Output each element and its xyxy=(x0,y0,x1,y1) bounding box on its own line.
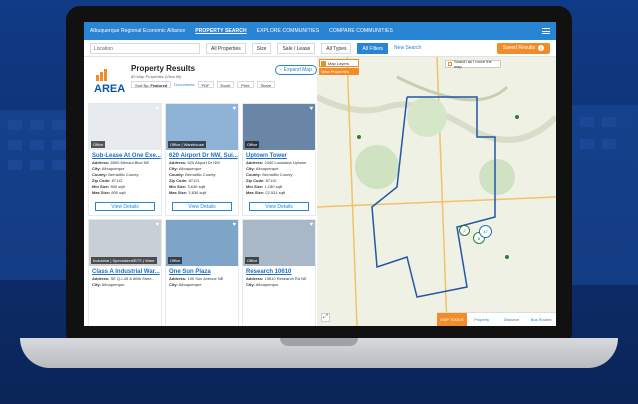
property-title[interactable]: Uptown Tower xyxy=(243,150,315,160)
property-card[interactable]: ♥ Office Uptown Tower Address: 2440 Loui… xyxy=(242,103,316,216)
property-photo[interactable]: ♥ Office | Warehouse xyxy=(166,104,238,150)
property-photo[interactable]: ♥ Office xyxy=(243,104,315,150)
property-title[interactable]: 620 Airport Dr NW, Sui... xyxy=(166,150,238,160)
share-button[interactable]: Share xyxy=(256,81,276,88)
city-row: City: Albuquerque xyxy=(92,282,125,287)
nav-compare-communities[interactable]: COMPARE COMMUNITIES xyxy=(329,28,393,34)
favorite-heart-icon[interactable]: ♥ xyxy=(155,106,159,112)
laptop-notch xyxy=(280,338,358,346)
filter-bar: Location All Properties Size Sale / Leas… xyxy=(84,40,556,57)
property-type-tag: Office xyxy=(245,257,260,264)
nav-explore-communities[interactable]: EXPLORE COMMUNITIES xyxy=(257,28,319,34)
view-details-button[interactable]: View Details xyxy=(95,202,155,211)
property-type-tag: Office | Warehouse xyxy=(168,141,206,148)
location-input[interactable]: Location xyxy=(90,42,200,54)
property-title[interactable]: Sub-Lease At One Exe... xyxy=(89,150,161,160)
property-photo[interactable]: ♥ Office xyxy=(166,220,238,266)
property-type-select[interactable]: All Properties xyxy=(206,42,246,54)
view-properties-toggle[interactable]: View Properties xyxy=(319,68,359,75)
saved-results-button[interactable]: Saved Results 0 xyxy=(496,42,550,54)
size-filter[interactable]: Size xyxy=(251,42,272,54)
map-controls: Map Layers View Properties xyxy=(319,59,359,77)
map-panel[interactable]: 2 8 47 Map Layers View Properties Search… xyxy=(317,57,556,326)
logo-bars-icon xyxy=(96,69,107,81)
favorite-heart-icon[interactable]: ♥ xyxy=(309,222,313,228)
view-details-button[interactable]: View Details xyxy=(172,202,232,211)
favorite-heart-icon[interactable]: ♥ xyxy=(232,222,236,228)
property-photo[interactable]: ♥ Office xyxy=(89,104,161,150)
checkbox-icon xyxy=(448,62,452,66)
saved-results-label: Saved Results xyxy=(502,45,535,51)
bus-routes-button[interactable]: Bus Routes xyxy=(526,313,556,326)
property-type-tag: Office xyxy=(245,141,260,148)
menu-icon[interactable] xyxy=(542,28,550,34)
layers-icon xyxy=(321,60,326,66)
saved-count-badge: 0 xyxy=(538,45,544,51)
favorite-heart-icon[interactable]: ♥ xyxy=(232,106,236,112)
map-layers-button[interactable]: Map Layers xyxy=(319,59,359,67)
chevron-left-icon: ‹ xyxy=(280,67,282,73)
toolbar: Sort By: Featured Documents PDF Excel Pr… xyxy=(131,81,276,88)
property-title[interactable]: One Sun Plaza xyxy=(166,266,238,276)
favorite-heart-icon[interactable]: ♥ xyxy=(309,106,313,112)
expand-map-label: Expand Map xyxy=(283,67,312,73)
print-button[interactable]: Print xyxy=(237,81,254,88)
property-tool-button[interactable]: Property xyxy=(467,313,497,326)
page-title: Property Results xyxy=(131,64,196,73)
cluster-marker[interactable]: 2 xyxy=(459,225,470,236)
distance-tool-button[interactable]: Distance xyxy=(497,313,527,326)
logo-text: AREA xyxy=(94,83,126,95)
map-canvas[interactable] xyxy=(317,57,556,326)
results-count[interactable]: 80 Map Properties (View All) xyxy=(131,74,181,79)
nav-property-search[interactable]: PROPERTY SEARCH xyxy=(195,28,246,34)
property-card[interactable]: ♥ Office Sub-Lease At One Exe... Address… xyxy=(88,103,162,216)
property-card[interactable]: ♥ Office One Sun Plaza Address: 100 Sun … xyxy=(165,219,239,326)
all-types-filter[interactable]: All Types xyxy=(321,42,352,54)
property-card[interactable]: ♥ Industrial | Specialized/BTS | Ware Cl… xyxy=(88,219,162,326)
brand-label[interactable]: Albuquerque Regional Economic Alliance xyxy=(90,28,185,34)
max-size-row: Max Size: 3,636 sqft xyxy=(169,190,206,195)
documents-link[interactable]: Documents xyxy=(174,82,194,87)
property-card[interactable]: ♥ Office | Warehouse 620 Airport Dr NW, … xyxy=(165,103,239,216)
max-size-row: Max Size: 800 sqft xyxy=(92,190,126,195)
fullscreen-icon[interactable]: ⤢ xyxy=(321,313,330,322)
cluster-marker[interactable]: 47 xyxy=(479,225,492,238)
property-title[interactable]: Research 10610 xyxy=(243,266,315,276)
expand-map-button[interactable]: ‹ Expand Map xyxy=(275,65,317,75)
all-filters-button[interactable]: All Filters xyxy=(357,42,389,54)
property-photo[interactable]: ♥ Office xyxy=(243,220,315,266)
excel-button[interactable]: Excel xyxy=(216,81,235,88)
sale-lease-filter[interactable]: Sale / Lease xyxy=(277,42,316,54)
property-type-tag: Office xyxy=(168,257,183,264)
sort-select[interactable]: Sort By: Featured xyxy=(131,81,172,88)
search-on-move-checkbox[interactable]: Search as I move the map xyxy=(445,59,501,69)
property-title[interactable]: Class A Industrial War... xyxy=(89,266,161,276)
city-row: City: Albuquerque xyxy=(246,282,279,287)
results-grid: ♥ Office Sub-Lease At One Exe... Address… xyxy=(88,103,316,326)
new-search-link[interactable]: New Search xyxy=(394,45,421,51)
map-tools-button[interactable]: MAP TOOLS xyxy=(437,313,467,326)
app-screen: Albuquerque Regional Economic Alliance P… xyxy=(84,22,556,326)
city-row: City: Albuquerque xyxy=(169,282,202,287)
property-type-tag: Industrial | Specialized/BTS | Ware xyxy=(91,257,157,264)
property-card[interactable]: ♥ Office Research 10610 Address: 10610 R… xyxy=(242,219,316,326)
property-type-tag: Office xyxy=(91,141,106,148)
favorite-heart-icon[interactable]: ♥ xyxy=(155,222,159,228)
property-photo[interactable]: ♥ Industrial | Specialized/BTS | Ware xyxy=(89,220,161,266)
map-toolbar: MAP TOOLS Property Distance Bus Routes xyxy=(437,312,556,326)
pdf-button[interactable]: PDF xyxy=(197,81,214,88)
results-panel: AREA Property Results 80 Map Properties … xyxy=(84,57,317,326)
max-size-row: Max Size: 22,531 sqft xyxy=(246,190,286,195)
area-logo: AREA xyxy=(90,63,126,101)
view-details-button[interactable]: View Details xyxy=(249,202,309,211)
top-navigation: Albuquerque Regional Economic Alliance P… xyxy=(84,22,556,40)
